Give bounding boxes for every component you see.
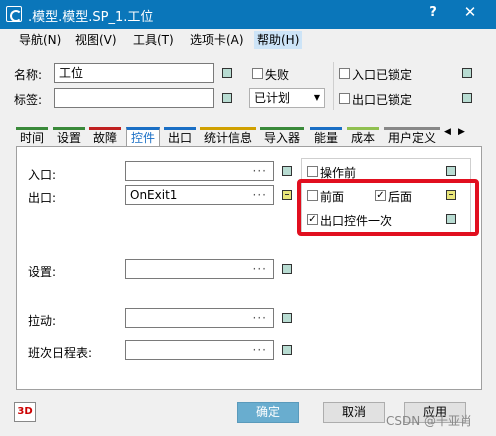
before-action-inherit-icon[interactable] bbox=[446, 166, 456, 176]
pull-inherit-icon[interactable] bbox=[282, 313, 292, 323]
tab-failures[interactable]: 故障 bbox=[89, 127, 122, 147]
setup-label: 设置: bbox=[28, 265, 57, 279]
shift-calendar-inherit-icon[interactable] bbox=[282, 345, 292, 355]
app-icon bbox=[6, 6, 22, 22]
cancel-button[interactable]: 取消 bbox=[323, 402, 385, 423]
tag-inherit-icon[interactable] bbox=[222, 93, 232, 103]
help-button[interactable]: ? bbox=[424, 5, 442, 20]
shift-calendar-browse-icon[interactable]: ··· bbox=[253, 341, 267, 359]
failed-label: 失败 bbox=[265, 68, 290, 82]
exit-locked-label: 出口已锁定 bbox=[352, 93, 413, 107]
tab-importer[interactable]: 导入器 bbox=[260, 127, 305, 147]
before-action-checkbox[interactable] bbox=[307, 166, 318, 177]
entrance-inherit-icon[interactable] bbox=[282, 166, 292, 176]
setup-field[interactable]: ··· bbox=[125, 259, 274, 279]
watermark: CSDN @千亚肖 bbox=[386, 414, 473, 428]
menu-bar: 导航(N) 视图(V) 工具(T) 选项卡(A) 帮助(H) bbox=[0, 29, 496, 51]
exit-value: OnExit1 bbox=[130, 188, 178, 202]
tab-user-defined[interactable]: 用户定义 bbox=[384, 127, 441, 147]
entrance-locked-label: 入口已锁定 bbox=[352, 68, 413, 82]
menu-tools[interactable]: 工具(T) bbox=[130, 31, 177, 49]
entrance-field[interactable]: ··· bbox=[125, 161, 274, 181]
pull-field[interactable]: ··· bbox=[125, 308, 274, 328]
tab-cost[interactable]: 成本 bbox=[347, 127, 380, 147]
title-bar: .模型.模型.SP_1.工位 ? ✕ bbox=[0, 0, 496, 29]
name-field[interactable]: 工位 bbox=[54, 63, 214, 83]
exit-browse-icon[interactable]: ··· bbox=[253, 186, 267, 204]
tab-times[interactable]: 时间 bbox=[16, 127, 49, 147]
tab-exit[interactable]: 出口 bbox=[164, 127, 197, 147]
tab-controls[interactable]: 控件 bbox=[126, 127, 161, 147]
menu-help[interactable]: 帮助(H) bbox=[254, 31, 303, 49]
exit-locked-checkbox[interactable] bbox=[339, 93, 350, 104]
tab-setup[interactable]: 设置 bbox=[53, 127, 86, 147]
tab-energy[interactable]: 能量 bbox=[310, 127, 343, 147]
exit-inherit-icon[interactable] bbox=[282, 190, 292, 200]
setup-inherit-icon[interactable] bbox=[282, 264, 292, 274]
pull-label: 拉动: bbox=[28, 314, 57, 328]
tag-field[interactable] bbox=[54, 88, 214, 108]
menu-navigate[interactable]: 导航(N) bbox=[16, 31, 64, 49]
name-label: 名称: bbox=[14, 68, 43, 82]
tag-label: 标签: bbox=[14, 93, 43, 107]
shift-calendar-label: 班次日程表: bbox=[28, 346, 93, 360]
entrance-browse-icon[interactable]: ··· bbox=[253, 162, 267, 180]
highlight-box bbox=[297, 179, 479, 236]
tab-statistics[interactable]: 统计信息 bbox=[200, 127, 257, 147]
planned-value: 已计划 bbox=[254, 91, 291, 105]
entrance-label: 入口: bbox=[28, 168, 57, 182]
exit-locked-inherit-icon[interactable] bbox=[462, 93, 472, 103]
header-divider bbox=[333, 62, 334, 110]
entrance-locked-inherit-icon[interactable] bbox=[462, 68, 472, 78]
entrance-locked-checkbox[interactable] bbox=[339, 68, 350, 79]
setup-browse-icon[interactable]: ··· bbox=[253, 260, 267, 278]
chevron-down-icon: ▼ bbox=[313, 93, 320, 102]
close-button[interactable]: ✕ bbox=[459, 3, 481, 21]
exit-field[interactable]: OnExit1 ··· bbox=[125, 185, 274, 205]
tab-scroll-right-icon[interactable]: ▶ bbox=[458, 127, 465, 137]
planned-dropdown[interactable]: 已计划 ▼ bbox=[249, 88, 325, 108]
pull-browse-icon[interactable]: ··· bbox=[253, 309, 267, 327]
ok-button[interactable]: 确定 bbox=[237, 402, 299, 423]
exit-label: 出口: bbox=[28, 191, 57, 205]
failed-checkbox[interactable] bbox=[252, 68, 263, 79]
name-inherit-icon[interactable] bbox=[222, 68, 232, 78]
3d-icon[interactable]: 3D bbox=[14, 402, 36, 422]
tab-scroll-left-icon[interactable]: ◀ bbox=[444, 127, 451, 137]
shift-calendar-field[interactable]: ··· bbox=[125, 340, 274, 360]
menu-view[interactable]: 视图(V) bbox=[72, 31, 120, 49]
menu-tabs[interactable]: 选项卡(A) bbox=[187, 31, 247, 49]
window-title: .模型.模型.SP_1.工位 bbox=[28, 10, 154, 25]
